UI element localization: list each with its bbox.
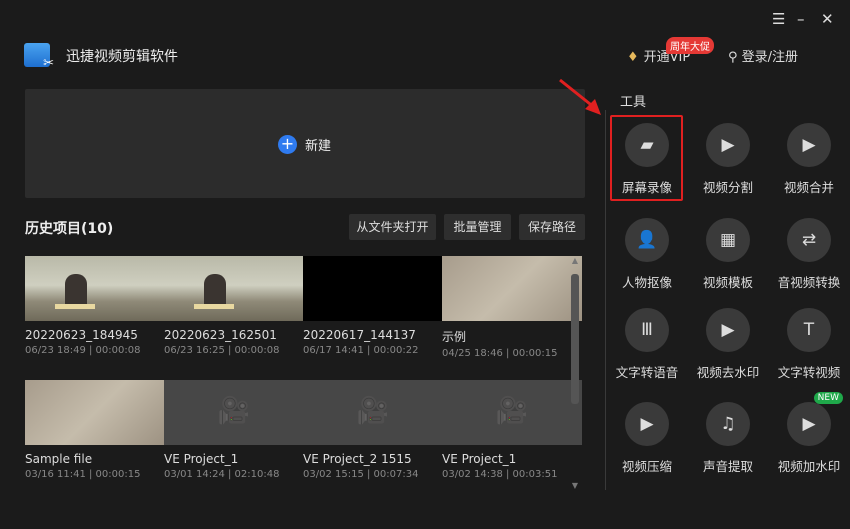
history-item[interactable]: 🎥 VE Project_1 03/02 14:38 | 00:03:51 — [442, 380, 582, 480]
item-name: 示例 — [442, 330, 467, 344]
tool-icon: 👤 — [625, 218, 669, 262]
new-badge: NEW — [813, 392, 843, 404]
tool-11[interactable]: ♫ 声音提取 — [688, 402, 768, 475]
film-camera-icon: 🎥 — [217, 396, 251, 426]
promo-badge: 周年大促 — [666, 37, 714, 54]
thumbnail — [25, 380, 165, 445]
item-meta: 03/01 14:24 | 02:10:48 — [164, 469, 280, 480]
tool-label: 文字转视频 — [777, 365, 841, 380]
thumbnail — [164, 256, 304, 321]
item-name: 20220617_144137 — [303, 328, 416, 342]
history-item[interactable]: 20220617_144137 06/17 14:41 | 00:00:22 — [303, 256, 443, 356]
tool-7[interactable]: Ⅲ 文字转语音 — [607, 308, 687, 381]
tool-icon: T — [787, 308, 831, 352]
tool-icon: ▶ — [706, 308, 750, 352]
item-name: 20220623_184945 — [25, 328, 138, 342]
tools-title: 工具 — [620, 95, 647, 110]
tool-icon: ▶ — [787, 402, 831, 446]
login-label: 登录/注册 — [741, 50, 799, 65]
tool-icon: ▦ — [706, 218, 750, 262]
surfboard — [55, 304, 95, 309]
tool-icon: ▶ — [706, 123, 750, 167]
login-button[interactable]: ⚲ 登录/注册 — [728, 46, 798, 65]
divider — [605, 110, 606, 490]
scrollbar-thumb[interactable] — [571, 274, 579, 404]
tool-12[interactable]: NEW ▶ 视频加水印 — [769, 392, 849, 475]
history-item[interactable]: 🎥 VE Project_1 03/01 14:24 | 02:10:48 — [164, 380, 304, 480]
item-name: 20220623_162501 — [164, 328, 277, 342]
plus-icon: + — [278, 135, 297, 154]
close-icon[interactable]: ✕ — [821, 10, 834, 28]
tool-label: 音视频转换 — [777, 275, 841, 290]
film-camera-icon: 🎥 — [356, 396, 390, 426]
thumbnail: 🎥 — [303, 380, 443, 445]
item-meta: 06/17 14:41 | 00:00:22 — [303, 345, 419, 356]
app-logo-icon — [24, 43, 54, 71]
item-meta: 03/16 11:41 | 00:00:15 — [25, 469, 141, 480]
history-item[interactable]: 20220623_184945 06/23 18:49 | 00:00:08 — [25, 256, 165, 356]
history-item[interactable]: 🎥 VE Project_2 1515 03/02 15:15 | 00:07:… — [303, 380, 443, 480]
history-item[interactable]: Sample file 03/16 11:41 | 00:00:15 — [25, 380, 165, 480]
thumbnail — [25, 256, 165, 321]
thumbnail: 🎥 — [164, 380, 304, 445]
new-project-label: 新建 — [305, 139, 332, 154]
item-meta: 06/23 18:49 | 00:00:08 — [25, 345, 141, 356]
tool-4[interactable]: 👤 人物抠像 — [607, 218, 687, 291]
tool-2[interactable]: ▶ 视频分割 — [688, 123, 768, 196]
surfboard — [194, 304, 234, 309]
tool-8[interactable]: ▶ 视频去水印 — [688, 308, 768, 381]
tool-9[interactable]: T 文字转视频 — [769, 308, 849, 381]
tool-5[interactable]: ▦ 视频模板 — [688, 218, 768, 291]
tool-icon: ▶ — [787, 123, 831, 167]
item-name: Sample file — [25, 452, 93, 466]
minimize-icon[interactable]: – — [797, 10, 805, 28]
tool-label: 视频加水印 — [777, 459, 841, 474]
thumbnail: 🎥 — [442, 380, 582, 445]
item-meta: 06/23 16:25 | 00:00:08 — [164, 345, 280, 356]
thumbnail — [303, 256, 443, 321]
open-folder-button[interactable]: 从文件夹打开 — [349, 214, 436, 240]
history-item[interactable]: 示例 04/25 18:46 | 00:00:15 — [442, 256, 582, 359]
new-project-button[interactable]: + 新建 — [25, 89, 585, 198]
tool-6[interactable]: ⇄ 音视频转换 — [769, 218, 849, 291]
film-camera-icon: 🎥 — [495, 396, 529, 426]
tool-icon: Ⅲ — [625, 308, 669, 352]
item-name: VE Project_1 — [442, 452, 517, 466]
tool-icon: ⇄ — [787, 218, 831, 262]
diamond-icon: ♦ — [627, 50, 639, 65]
item-meta: 03/02 14:38 | 00:03:51 — [442, 469, 558, 480]
tool-10[interactable]: ▶ 视频压缩 — [607, 402, 687, 475]
red-arrow-icon — [559, 78, 601, 115]
item-name: VE Project_2 1515 — [303, 452, 412, 466]
batch-manage-button[interactable]: 批量管理 — [444, 214, 511, 240]
history-item[interactable]: 20220623_162501 06/23 16:25 | 00:00:08 — [164, 256, 304, 356]
item-meta: 03/02 15:15 | 00:07:34 — [303, 469, 419, 480]
app-title: 迅捷视频剪辑软件 — [66, 49, 178, 65]
item-meta: 04/25 18:46 | 00:00:15 — [442, 348, 558, 359]
thumbnail — [442, 256, 582, 321]
user-icon: ⚲ — [728, 50, 742, 65]
figure-icon — [65, 274, 87, 306]
highlight-box — [610, 115, 683, 201]
tool-label: 视频合并 — [783, 180, 834, 195]
tool-3[interactable]: ▶ 视频合并 — [769, 123, 849, 196]
tool-icon: ♫ — [706, 402, 750, 446]
menu-icon[interactable]: ☰ — [772, 10, 785, 28]
item-name: VE Project_1 — [164, 452, 239, 466]
figure-icon — [204, 274, 226, 306]
history-title: 历史项目(10) — [25, 221, 114, 237]
tool-icon: ▶ — [625, 402, 669, 446]
save-path-button[interactable]: 保存路径 — [519, 214, 585, 240]
